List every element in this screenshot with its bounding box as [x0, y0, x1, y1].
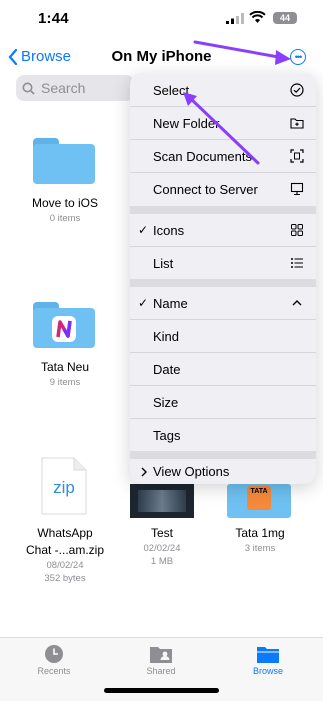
menu-item-scan-documents[interactable]: Scan Documents	[130, 140, 316, 172]
menu-item-label: Connect to Server	[153, 181, 258, 197]
back-label: Browse	[21, 48, 72, 65]
tata-1mg-logo: TATA	[247, 486, 271, 510]
battery-icon: 44	[273, 12, 297, 24]
server-monitor-icon	[290, 182, 304, 196]
menu-item-new-folder[interactable]: New Folder	[130, 107, 316, 139]
menu-item-icons[interactable]: ✓ Icons	[130, 214, 316, 246]
file-item-test[interactable]: Test 02/02/24 1 MB	[112, 526, 212, 567]
file-item-whatsapp-zip[interactable]: WhatsApp Chat -...am.zip 08/02/24 352 by…	[15, 526, 115, 584]
file-meta: 0 items	[49, 213, 81, 224]
file-name-line1: WhatsApp	[37, 526, 93, 540]
search-placeholder: Search	[41, 80, 86, 96]
menu-item-sort-date[interactable]: Date	[130, 353, 316, 385]
file-size: 1 MB	[150, 556, 174, 567]
scan-document-icon	[290, 149, 304, 163]
search-icon	[22, 82, 35, 95]
zip-badge: zip	[53, 478, 75, 497]
menu-section-gap	[130, 206, 316, 214]
menu-item-label: Date	[153, 361, 181, 377]
chevron-right-icon	[141, 467, 147, 477]
more-options-button[interactable]: •••	[290, 49, 306, 65]
menu-item-connect-to-server[interactable]: Connect to Server	[130, 173, 316, 205]
checkmark-icon: ✓	[138, 296, 149, 310]
new-folder-icon	[290, 118, 304, 129]
file-size: 352 bytes	[44, 573, 86, 584]
tata-neu-logo-icon	[56, 320, 72, 338]
list-icon	[291, 258, 303, 268]
menu-item-label: Size	[153, 394, 179, 410]
more-options-menu: Select New Folder Scan Documents Connect…	[130, 73, 316, 484]
file-name: Move to iOS	[31, 196, 99, 210]
menu-item-label: Select	[153, 82, 190, 98]
file-date: 02/02/24	[143, 543, 181, 554]
clock-icon	[45, 645, 63, 663]
checkmark-icon: ✓	[138, 223, 149, 237]
grid-icon	[291, 224, 303, 236]
status-time: 1:44	[38, 10, 69, 27]
file-item-tata-1mg[interactable]: Tata 1mg 3 items	[210, 526, 310, 554]
test-video-thumbnail[interactable]	[130, 484, 194, 518]
menu-item-list[interactable]: List	[130, 247, 316, 279]
folder-move-to-ios[interactable]	[33, 138, 97, 186]
file-meta: 9 items	[49, 377, 81, 388]
wifi-icon	[249, 11, 266, 23]
back-button[interactable]: Browse	[8, 48, 71, 65]
tab-label: Browse	[252, 666, 283, 676]
search-field[interactable]: Search	[16, 75, 134, 101]
menu-item-label: View Options	[153, 464, 230, 479]
folder-icon	[257, 647, 279, 663]
file-name: Test	[150, 526, 173, 540]
file-name: Tata Neu	[40, 360, 90, 374]
folder-tata-neu[interactable]	[33, 302, 97, 350]
folder-tata-1mg[interactable]: TATA	[227, 484, 291, 518]
file-name-line2: Chat -...am.zip	[25, 543, 105, 557]
ellipsis-icon: •••	[294, 52, 303, 62]
file-name: Tata 1mg	[235, 526, 285, 540]
menu-item-label: Kind	[153, 328, 180, 344]
menu-item-sort-tags[interactable]: Tags	[130, 419, 316, 451]
menu-item-sort-size[interactable]: Size	[130, 386, 316, 418]
file-item-move-to-ios[interactable]: Move to iOS 0 items	[15, 196, 115, 224]
menu-item-label: Icons	[153, 222, 185, 238]
checkmark-circle-icon	[290, 83, 304, 97]
tab-browse[interactable]: Browse	[228, 644, 308, 676]
file-meta: 3 items	[244, 543, 276, 554]
folder-icon	[33, 138, 95, 184]
home-indicator	[104, 688, 219, 693]
menu-item-sort-name[interactable]: ✓ Name	[130, 287, 316, 319]
menu-item-label: Scan Documents	[153, 148, 252, 164]
menu-item-label: Tags	[153, 427, 181, 443]
shared-folder-icon	[150, 647, 172, 663]
chevron-left-icon	[8, 48, 18, 65]
tab-recents[interactable]: Recents	[14, 644, 94, 676]
menu-item-label: List	[153, 255, 174, 271]
menu-item-label: New Folder	[153, 115, 220, 131]
tab-label: Shared	[146, 666, 176, 676]
file-item-tata-neu[interactable]: Tata Neu 9 items	[15, 360, 115, 388]
menu-item-sort-kind[interactable]: Kind	[130, 320, 316, 352]
tab-shared[interactable]: Shared	[121, 644, 201, 676]
cellular-signal-icon	[226, 13, 244, 24]
menu-item-label: Name	[153, 295, 188, 311]
tata-neu-app-icon	[52, 316, 76, 342]
video-frame	[138, 490, 186, 512]
menu-section-gap	[130, 279, 316, 287]
file-date: 08/02/24	[46, 560, 84, 571]
zip-file-thumbnail[interactable]: zip	[40, 456, 88, 516]
tab-label: Recents	[37, 666, 71, 676]
menu-item-view-options[interactable]: View Options	[130, 459, 316, 484]
menu-section-gap	[130, 451, 316, 459]
chevron-up-icon	[292, 300, 302, 306]
menu-item-select[interactable]: Select	[130, 74, 316, 106]
